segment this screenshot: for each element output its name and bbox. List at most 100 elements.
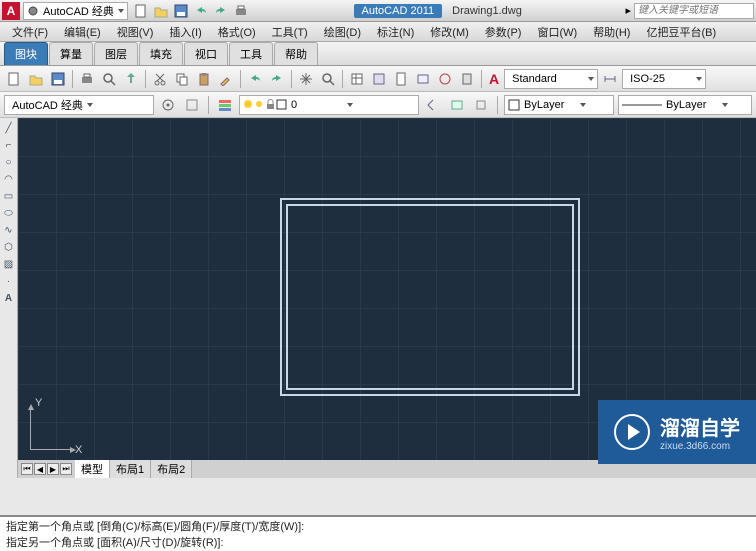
play-circle-icon (614, 414, 650, 450)
text-tool-icon[interactable]: A (1, 290, 17, 306)
layer-selector[interactable]: 0 (239, 95, 419, 115)
qat-new-icon[interactable] (132, 2, 150, 20)
menu-modify[interactable]: 修改(M) (422, 22, 477, 42)
print-icon[interactable] (77, 69, 97, 89)
qat-undo-icon[interactable] (192, 2, 210, 20)
circle-tool-icon[interactable]: ○ (1, 154, 17, 170)
line-tool-icon[interactable]: ╱ (1, 120, 17, 136)
new-icon[interactable] (4, 69, 24, 89)
drawing-canvas[interactable]: Y X ⏮ ◀ ▶ ⏭ 模型 布局1 布局2 溜溜自学 zixue.3d66.c… (18, 118, 756, 478)
separator (291, 70, 292, 88)
preview-icon[interactable] (99, 69, 119, 89)
menu-file[interactable]: 文件(F) (4, 22, 56, 42)
layer-name: 0 (287, 99, 347, 111)
open-icon[interactable] (26, 69, 46, 89)
undo-icon[interactable] (245, 69, 265, 89)
separator (481, 70, 482, 88)
bulb-on-icon (243, 99, 254, 110)
color-swatch-icon (276, 99, 287, 110)
ellipse-tool-icon[interactable]: ⬭ (1, 205, 17, 221)
separator (240, 70, 241, 88)
chevron-down-icon (722, 103, 728, 107)
workspace-selector[interactable]: AutoCAD 经典 (23, 2, 128, 20)
menu-format[interactable]: 格式(O) (210, 22, 264, 42)
app-logo-icon[interactable]: A (2, 2, 20, 20)
tab-tools[interactable]: 工具 (229, 42, 273, 65)
workspace-save-icon[interactable] (182, 95, 202, 115)
calc-icon[interactable] (457, 69, 477, 89)
workspace-combo[interactable]: AutoCAD 经典 (4, 95, 154, 115)
tab-hatch[interactable]: 填充 (139, 42, 183, 65)
tab-measure[interactable]: 算量 (49, 42, 93, 65)
spline-tool-icon[interactable]: ∿ (1, 222, 17, 238)
title-center: AutoCAD 2011 Drawing1.dwg (250, 4, 626, 18)
menu-dimension[interactable]: 标注(N) (369, 22, 422, 42)
menu-edit[interactable]: 编辑(E) (56, 22, 109, 42)
tab-viewport[interactable]: 视口 (184, 42, 228, 65)
matchprop-icon[interactable] (216, 69, 236, 89)
command-line[interactable]: 指定第一个角点或 [倒角(C)/标高(E)/圆角(F)/厚度(T)/宽度(W)]… (0, 515, 756, 551)
watermark-brand: 溜溜自学 (660, 412, 740, 441)
separator (145, 70, 146, 88)
color-selector[interactable]: ByLayer (504, 95, 614, 115)
properties-icon[interactable] (347, 69, 367, 89)
tab-next-icon[interactable]: ▶ (47, 463, 59, 475)
tab-block[interactable]: 图块 (4, 42, 48, 65)
copy-icon[interactable] (172, 69, 192, 89)
menu-parametric[interactable]: 参数(P) (477, 22, 530, 42)
tab-layer[interactable]: 图层 (94, 42, 138, 65)
drawn-rectangle-inner[interactable] (286, 204, 574, 390)
paste-icon[interactable] (194, 69, 214, 89)
layer-state-icon[interactable] (447, 95, 467, 115)
layout-tab-1[interactable]: 布局1 (110, 460, 151, 478)
qat-open-icon[interactable] (152, 2, 170, 20)
toolpalette-icon[interactable] (391, 69, 411, 89)
layer-iso-icon[interactable] (471, 95, 491, 115)
menu-draw[interactable]: 绘图(D) (316, 22, 369, 42)
layout-tab-nav: ⏮ ◀ ▶ ⏭ (18, 463, 75, 475)
text-style-selector[interactable]: Standard (504, 69, 598, 89)
color-swatch-icon (508, 99, 520, 111)
separator (342, 70, 343, 88)
qat-print-icon[interactable] (232, 2, 250, 20)
arc-tool-icon[interactable]: ◠ (1, 171, 17, 187)
zoom-icon[interactable] (318, 69, 338, 89)
layer-manager-icon[interactable] (215, 95, 235, 115)
chevron-down-icon (118, 9, 124, 13)
publish-icon[interactable] (121, 69, 141, 89)
layer-prev-icon[interactable] (423, 95, 443, 115)
dim-style-selector[interactable]: ISO-25 (622, 69, 706, 89)
menu-view[interactable]: 视图(V) (109, 22, 162, 42)
point-tool-icon[interactable]: · (1, 273, 17, 289)
menu-window[interactable]: 窗口(W) (529, 22, 585, 42)
tab-prev-icon[interactable]: ◀ (34, 463, 46, 475)
pan-icon[interactable] (296, 69, 316, 89)
hatch-tool-icon[interactable]: ▨ (1, 256, 17, 272)
dim-style-icon[interactable] (600, 69, 620, 89)
designcenter-icon[interactable] (369, 69, 389, 89)
tab-first-icon[interactable]: ⏮ (21, 463, 33, 475)
menu-platform[interactable]: 亿把豆平台(B) (638, 22, 724, 42)
markup-icon[interactable] (435, 69, 455, 89)
search-input[interactable] (634, 3, 754, 19)
layout-tab-model[interactable]: 模型 (75, 460, 110, 478)
tab-help[interactable]: 帮助 (274, 42, 318, 65)
workspace-combo-label: AutoCAD 经典 (8, 97, 87, 113)
quick-access-toolbar (132, 2, 250, 20)
layout-tab-2[interactable]: 布局2 (151, 460, 192, 478)
qat-save-icon[interactable] (172, 2, 190, 20)
workspace-settings-icon[interactable] (158, 95, 178, 115)
tab-last-icon[interactable]: ⏭ (60, 463, 72, 475)
menu-help[interactable]: 帮助(H) (585, 22, 638, 42)
polygon-tool-icon[interactable]: ⬡ (1, 239, 17, 255)
menu-insert[interactable]: 插入(I) (161, 22, 209, 42)
polyline-tool-icon[interactable]: ⌐ (1, 137, 17, 153)
qat-redo-icon[interactable] (212, 2, 230, 20)
save-icon[interactable] (48, 69, 68, 89)
menu-tools[interactable]: 工具(T) (264, 22, 316, 42)
rectangle-tool-icon[interactable]: ▭ (1, 188, 17, 204)
linetype-selector[interactable]: ByLayer (618, 95, 752, 115)
sheetset-icon[interactable] (413, 69, 433, 89)
redo-icon[interactable] (267, 69, 287, 89)
cut-icon[interactable] (150, 69, 170, 89)
